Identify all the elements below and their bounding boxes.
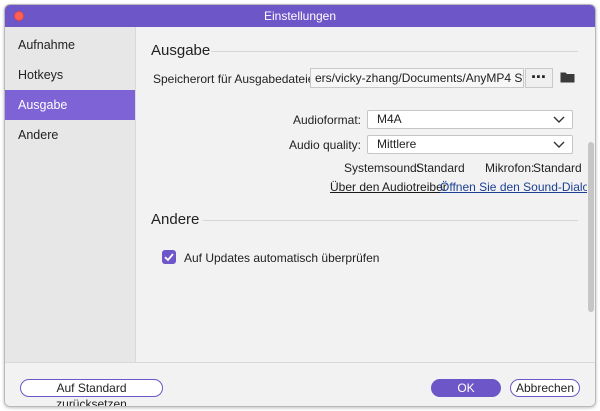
checkmark-icon	[164, 253, 174, 262]
footer: Auf Standard zurücksetzen OK Abbrechen	[5, 362, 595, 406]
sidebar-item-ausgabe[interactable]: Ausgabe	[5, 90, 135, 120]
audioformat-value: M4A	[377, 112, 402, 126]
audioformat-select[interactable]: M4A	[367, 110, 573, 129]
window-title: Einstellungen	[263, 9, 337, 23]
cancel-button[interactable]: Abbrechen	[510, 379, 580, 397]
section-divider	[211, 51, 578, 52]
settings-content: Ausgabe Speicherort für Ausgabedateien: …	[136, 27, 595, 362]
save-location-label: Speicherort für Ausgabedateien:	[153, 72, 325, 86]
audio-quality-select[interactable]: Mittlere	[367, 135, 573, 154]
sidebar: Aufnahme Hotkeys Ausgabe Andere	[5, 27, 136, 362]
save-location-field[interactable]: ers/vicky-zhang/Documents/AnyMP4 Studio	[310, 68, 524, 88]
systemsound-label: Systemsound:	[344, 161, 421, 175]
browse-more-button[interactable]: ▪▪▪	[525, 68, 553, 88]
section-title-ausgabe: Ausgabe	[151, 42, 211, 59]
section-divider	[203, 220, 578, 221]
mikrofon-value: Standard	[533, 161, 582, 175]
chevron-down-icon	[553, 116, 565, 123]
audio-quality-label: Audio quality:	[288, 138, 361, 152]
mikrofon-label: Mikrofon:	[485, 161, 535, 175]
sidebar-item-hotkeys[interactable]: Hotkeys	[5, 60, 135, 90]
scrollbar[interactable]	[587, 27, 595, 362]
section-title-andere: Andere	[151, 211, 200, 228]
auto-update-label: Auf Updates automatisch überprüfen	[184, 251, 380, 265]
audioformat-label: Audioformat:	[292, 113, 361, 127]
reset-defaults-button[interactable]: Auf Standard zurücksetzen	[20, 379, 163, 406]
sidebar-item-andere[interactable]: Andere	[5, 120, 135, 150]
scrollbar-thumb[interactable]	[588, 142, 594, 312]
folder-icon[interactable]	[560, 71, 575, 83]
audio-quality-value: Mittlere	[377, 137, 417, 151]
auto-update-checkbox[interactable]	[162, 250, 176, 264]
title-bar: Einstellungen	[5, 5, 595, 27]
audio-driver-link[interactable]: Über den Audiotreiber	[330, 180, 447, 194]
sound-dialog-link[interactable]: Öffnen Sie den Sound-Dialog	[440, 180, 595, 194]
ok-button[interactable]: OK	[431, 379, 501, 397]
systemsound-value: Standard	[416, 161, 465, 175]
sidebar-item-aufnahme[interactable]: Aufnahme	[5, 30, 135, 60]
chevron-down-icon	[553, 141, 565, 148]
settings-window: Einstellungen Aufnahme Hotkeys Ausgabe A…	[4, 4, 596, 407]
